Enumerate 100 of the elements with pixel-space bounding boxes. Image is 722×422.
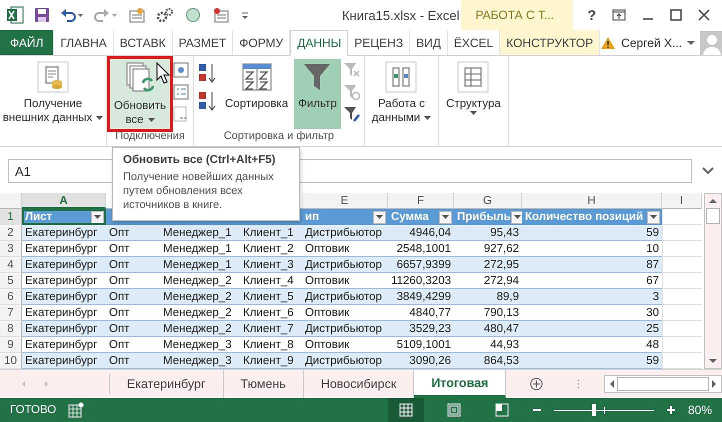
scroll-down-icon[interactable]	[708, 357, 718, 365]
sort-grid-icon	[240, 61, 273, 93]
ribbon-tab[interactable]: РАЗМЕТ	[172, 30, 234, 55]
table-cell: Клиент_9	[240, 353, 302, 369]
sheet-tab[interactable]: Итоговая	[414, 370, 506, 398]
row-number[interactable]: 5	[0, 273, 22, 289]
vertical-scrollbar[interactable]	[704, 193, 722, 369]
list-icon[interactable]	[212, 7, 230, 23]
table-cell: Опт	[106, 321, 160, 337]
scroll-thumb[interactable]	[616, 377, 709, 391]
filter-dropdown[interactable]	[373, 210, 386, 224]
row-number[interactable]: 6	[0, 289, 22, 305]
table-cell: 59	[522, 225, 662, 241]
caret-icon[interactable]	[687, 40, 695, 46]
excel-logo-icon[interactable]	[6, 6, 24, 24]
ribbon-tab[interactable]: ВСТАВК	[114, 30, 173, 55]
filter-dropdown[interactable]	[510, 210, 524, 224]
table-cell: 3090,26	[388, 353, 454, 369]
table-cell: 3849,4299	[388, 289, 454, 305]
scroll-thumb[interactable]	[706, 208, 720, 224]
header-label: Сумма	[391, 211, 429, 223]
ribbon-tab[interactable]: КОНСТРУКТОР	[500, 30, 600, 55]
table-cell: Менеджер_2	[160, 289, 240, 305]
properties-icon[interactable]	[172, 83, 190, 101]
empty-cell	[662, 241, 702, 257]
table-cell: Клиент_1	[240, 225, 302, 241]
empty-cell	[662, 337, 702, 353]
filter-dropdown[interactable]	[647, 210, 660, 224]
ribbon-display-icon[interactable]	[612, 9, 626, 21]
zoom-slider[interactable]	[554, 403, 654, 417]
get-external-data-button[interactable]: Получение внешних данных	[3, 59, 103, 129]
refresh-all-button[interactable]: Обновить все	[110, 59, 170, 129]
table-cell: 272,95	[454, 257, 522, 273]
filter-dropdown[interactable]	[439, 210, 452, 224]
close-icon[interactable]	[698, 9, 710, 21]
caret-icon	[470, 111, 477, 115]
connections-icon[interactable]	[172, 61, 190, 79]
page-break-icon	[494, 403, 509, 417]
column-header[interactable]: G	[454, 193, 522, 209]
column-header[interactable]: H	[522, 193, 662, 209]
reapply-filter-icon	[342, 83, 361, 101]
table-cell: Клиент_7	[240, 321, 302, 337]
column-header[interactable]: F	[388, 193, 454, 209]
row-number[interactable]: 10	[0, 353, 22, 369]
ribbon-tab[interactable]: ВИД	[410, 30, 448, 55]
row-number[interactable]: 7	[0, 305, 22, 321]
zoom-level[interactable]: 80%	[688, 403, 712, 417]
maximize-icon[interactable]	[670, 9, 682, 21]
ribbon-tab[interactable]: ФАЙЛ	[0, 30, 54, 55]
normal-view-button[interactable]	[388, 398, 424, 422]
row-number[interactable]: 1	[0, 209, 22, 225]
table-cell: Опт	[106, 257, 160, 273]
table-cell: 95,43	[454, 225, 522, 241]
table-cell: Менеджер_2	[160, 321, 240, 337]
expand-icon[interactable]	[702, 167, 714, 175]
help-button[interactable]: ?	[587, 7, 596, 23]
add-sheet-icon[interactable]	[530, 375, 544, 393]
caret-icon	[96, 116, 104, 120]
column-header[interactable]: E	[302, 193, 388, 209]
undo-icon[interactable]	[60, 7, 84, 23]
data-tools-button[interactable]: Работа с данными	[368, 59, 436, 129]
ribbon-tab[interactable]: ГЛАВНА	[54, 30, 114, 55]
row-number[interactable]: 3	[0, 241, 22, 257]
row-number[interactable]: 8	[0, 321, 22, 337]
mouse-pointer-icon	[156, 62, 170, 84]
macro-record-icon[interactable]	[68, 402, 84, 418]
caret-icon	[650, 215, 657, 219]
caret-icon	[442, 215, 449, 219]
filter-button[interactable]: Фильтр	[294, 59, 341, 129]
column-header[interactable]: I	[662, 193, 702, 209]
caret-icon	[514, 215, 521, 219]
scroll-up-icon[interactable]	[708, 197, 718, 205]
column-header[interactable]: A	[22, 193, 106, 209]
caret-icon	[376, 215, 383, 219]
table-cell: Опт	[106, 353, 160, 369]
form-icon[interactable]	[128, 7, 146, 23]
table-cell: 59	[522, 353, 662, 369]
table-cell: 89,9	[454, 289, 522, 305]
table-cell: 864,53	[454, 353, 522, 369]
row-number[interactable]: 4	[0, 257, 22, 273]
table-cell: Дистрибьютор	[302, 321, 388, 337]
table-cell: Екатеринбург	[22, 353, 106, 369]
row-number[interactable]: 9	[0, 337, 22, 353]
group-label: Подключения	[114, 130, 186, 144]
zoom-in-icon[interactable]	[666, 405, 676, 415]
columns-icon	[385, 61, 418, 93]
horizontal-scrollbar[interactable]	[604, 375, 722, 393]
ribbon-tab[interactable]: ДАННЫ	[290, 30, 348, 56]
filter-dropdown[interactable]	[91, 210, 104, 224]
table-cell: Менеджер_1	[160, 225, 240, 241]
account-name[interactable]: Сергей Х...	[621, 36, 682, 50]
ribbon-tab[interactable]: РЕЦЕНЗ	[348, 30, 410, 55]
row-number[interactable]: 2	[0, 225, 22, 241]
circle-icon[interactable]	[184, 7, 202, 23]
advanced-filter-icon[interactable]	[342, 105, 361, 123]
table-cell: Дистрибьютор	[302, 225, 388, 241]
outline-button[interactable]: Структура	[442, 59, 505, 129]
save-icon[interactable]	[34, 7, 50, 23]
sort-button[interactable]: Сортировка	[221, 59, 292, 129]
gears-icon[interactable]	[156, 7, 174, 23]
